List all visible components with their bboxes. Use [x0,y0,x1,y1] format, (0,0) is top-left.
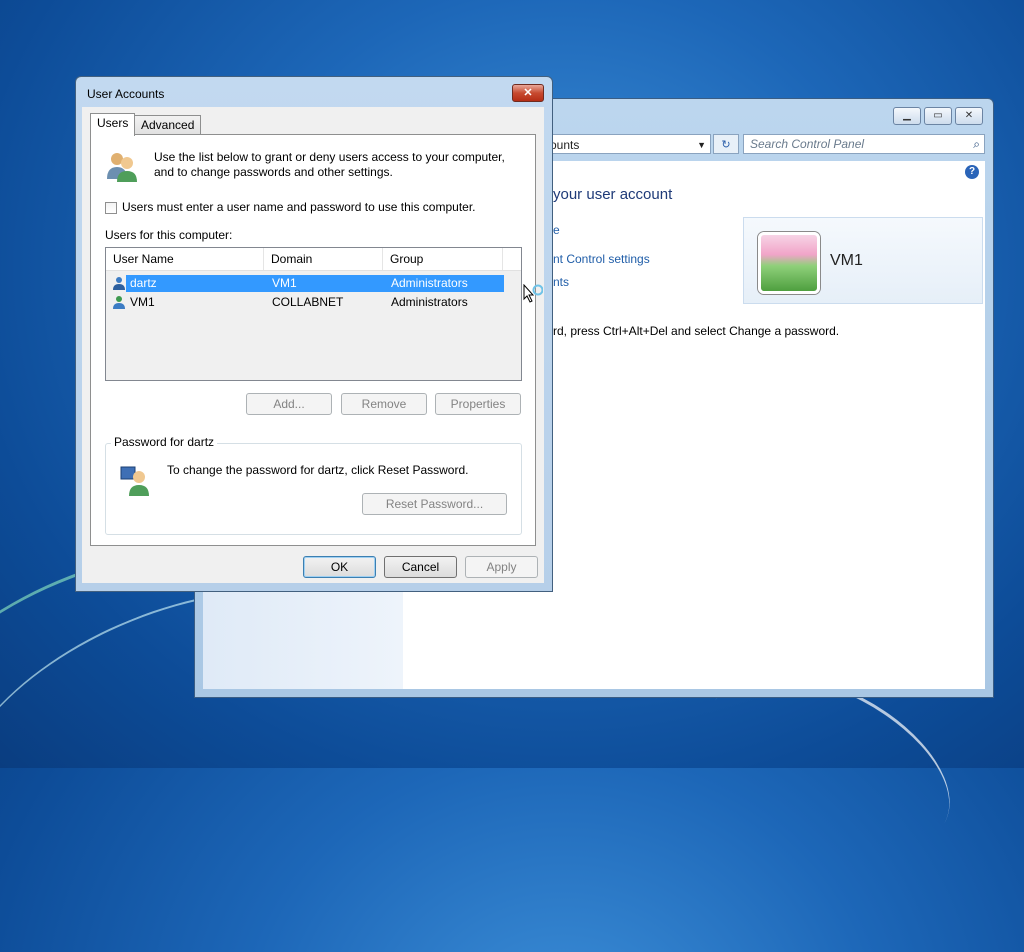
properties-button[interactable]: Properties [435,393,521,415]
add-user-button[interactable]: Add... [246,393,332,415]
search-icon[interactable]: ⌕ [973,135,980,153]
user-tile-name: VM1 [830,252,863,269]
address-bar[interactable]: ounts ▼ [545,134,711,154]
column-domain[interactable]: Domain [264,248,383,270]
minimize-button[interactable]: ▁ [893,107,921,125]
refresh-icon[interactable]: ↻ [713,134,739,154]
ok-button[interactable]: OK [303,556,376,578]
tab-users[interactable]: Users [90,113,136,136]
password-group-label: Password for dartz [111,435,218,449]
users-list-label: Users for this computer: [105,228,233,242]
remove-user-button[interactable]: Remove [341,393,427,415]
task-link[interactable]: e [553,223,560,237]
users-list[interactable]: User Name Domain Group dartz VM1 Adminis… [105,247,522,381]
password-group [105,443,522,535]
address-text: ounts [550,138,580,152]
maximize-button[interactable]: ▭ [924,107,952,125]
column-user-name[interactable]: User Name [106,248,264,270]
reset-password-button[interactable]: Reset Password... [362,493,507,515]
apply-button[interactable]: Apply [465,556,538,578]
password-instructions: To change the password for dartz, click … [167,463,469,477]
close-button[interactable]: ✕ [955,107,983,125]
cell-group: Administrators [391,276,468,290]
intro-text: Use the list below to grant or deny user… [154,150,505,179]
cancel-button[interactable]: Cancel [384,556,457,578]
cell-domain: VM1 [272,276,297,290]
tab-advanced[interactable]: Advanced [134,115,202,134]
password-user-icon [120,466,149,496]
user-accounts-dialog[interactable]: User Accounts ✕ Users Advanced Use the l… [75,76,553,592]
table-row[interactable]: VM1 COLLABNET Administrators [110,294,504,311]
dialog-title: User Accounts [87,87,165,101]
require-password-checkbox[interactable] [105,202,117,214]
table-row[interactable]: dartz VM1 Administrators [110,275,504,292]
dialog-body: Users Advanced Use the list below to gra… [82,107,544,583]
require-password-label[interactable]: Users must enter a user name and passwor… [122,200,476,214]
cell-domain: COLLABNET [272,295,344,309]
uac-settings-link[interactable]: nt Control settings [553,252,650,266]
search-input[interactable]: Search Control Panel ⌕ [743,134,985,154]
cell-user-name: dartz [130,276,157,290]
list-header: User Name Domain Group [106,248,521,271]
cell-user-name: VM1 [130,295,155,309]
accounts-link[interactable]: nts [553,275,569,289]
busy-cursor-icon [523,284,543,303]
close-icon[interactable]: ✕ [512,84,544,102]
password-note: rd, press Ctrl+Alt+Del and select Change… [553,324,840,338]
users-tab-panel: Use the list below to grant or deny user… [90,134,536,546]
help-icon[interactable]: ? [965,165,979,179]
window-controls: ▁ ▭ ✕ [890,107,983,125]
user-icon [113,277,125,290]
page-heading: your user account [553,186,673,203]
cell-group: Administrators [391,295,468,309]
column-group[interactable]: Group [383,248,503,270]
user-icon [113,296,125,309]
user-tile: VM1 [743,217,983,304]
avatar [758,232,820,294]
users-icon [107,153,137,182]
chevron-down-icon[interactable]: ▼ [697,135,706,155]
search-placeholder: Search Control Panel [750,137,865,151]
